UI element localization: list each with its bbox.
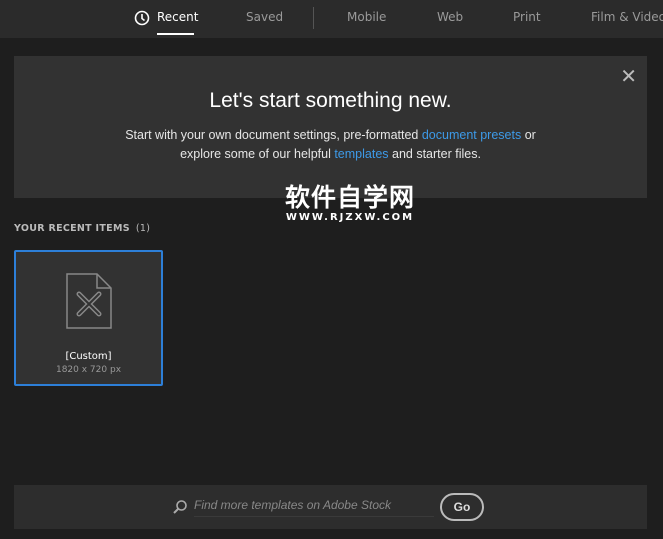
welcome-banner: ✕ Let's start something new. Start with … bbox=[14, 56, 647, 198]
document-presets-link[interactable]: document presets bbox=[422, 128, 521, 142]
clock-icon bbox=[134, 10, 150, 26]
templates-link[interactable]: templates bbox=[334, 147, 388, 161]
banner-text: Start with your own document settings, p… bbox=[125, 128, 536, 161]
search-icon bbox=[173, 500, 187, 514]
recent-items-heading: YOUR RECENT ITEMS (1) bbox=[14, 223, 151, 234]
item-name: [Custom] bbox=[65, 351, 112, 362]
tab-print[interactable]: Print bbox=[513, 10, 541, 24]
document-icon bbox=[66, 273, 112, 329]
stock-search-input[interactable]: Find more templates on Adobe Stock bbox=[194, 498, 434, 517]
tab-divider bbox=[313, 7, 314, 29]
tab-web[interactable]: Web bbox=[437, 10, 463, 24]
go-button[interactable]: Go bbox=[440, 493, 484, 521]
tab-recent[interactable]: Recent bbox=[157, 10, 198, 24]
banner-title: Let's start something new. bbox=[209, 89, 452, 112]
close-icon[interactable]: ✕ bbox=[620, 64, 637, 88]
watermark: 软件自学网 WWW.RJZXW.COM bbox=[285, 183, 416, 223]
active-tab-indicator bbox=[157, 33, 194, 35]
recent-item-card[interactable]: [Custom] 1820 x 720 px bbox=[14, 250, 163, 386]
stock-search-bar: Find more templates on Adobe Stock Go bbox=[14, 485, 647, 529]
tab-saved[interactable]: Saved bbox=[246, 10, 283, 24]
tab-mobile[interactable]: Mobile bbox=[347, 10, 386, 24]
tab-film-video[interactable]: Film & Video bbox=[591, 10, 663, 24]
item-size: 1820 x 720 px bbox=[55, 365, 122, 375]
top-tab-bar: Recent Saved Mobile Web Print Film & Vid… bbox=[0, 0, 663, 38]
